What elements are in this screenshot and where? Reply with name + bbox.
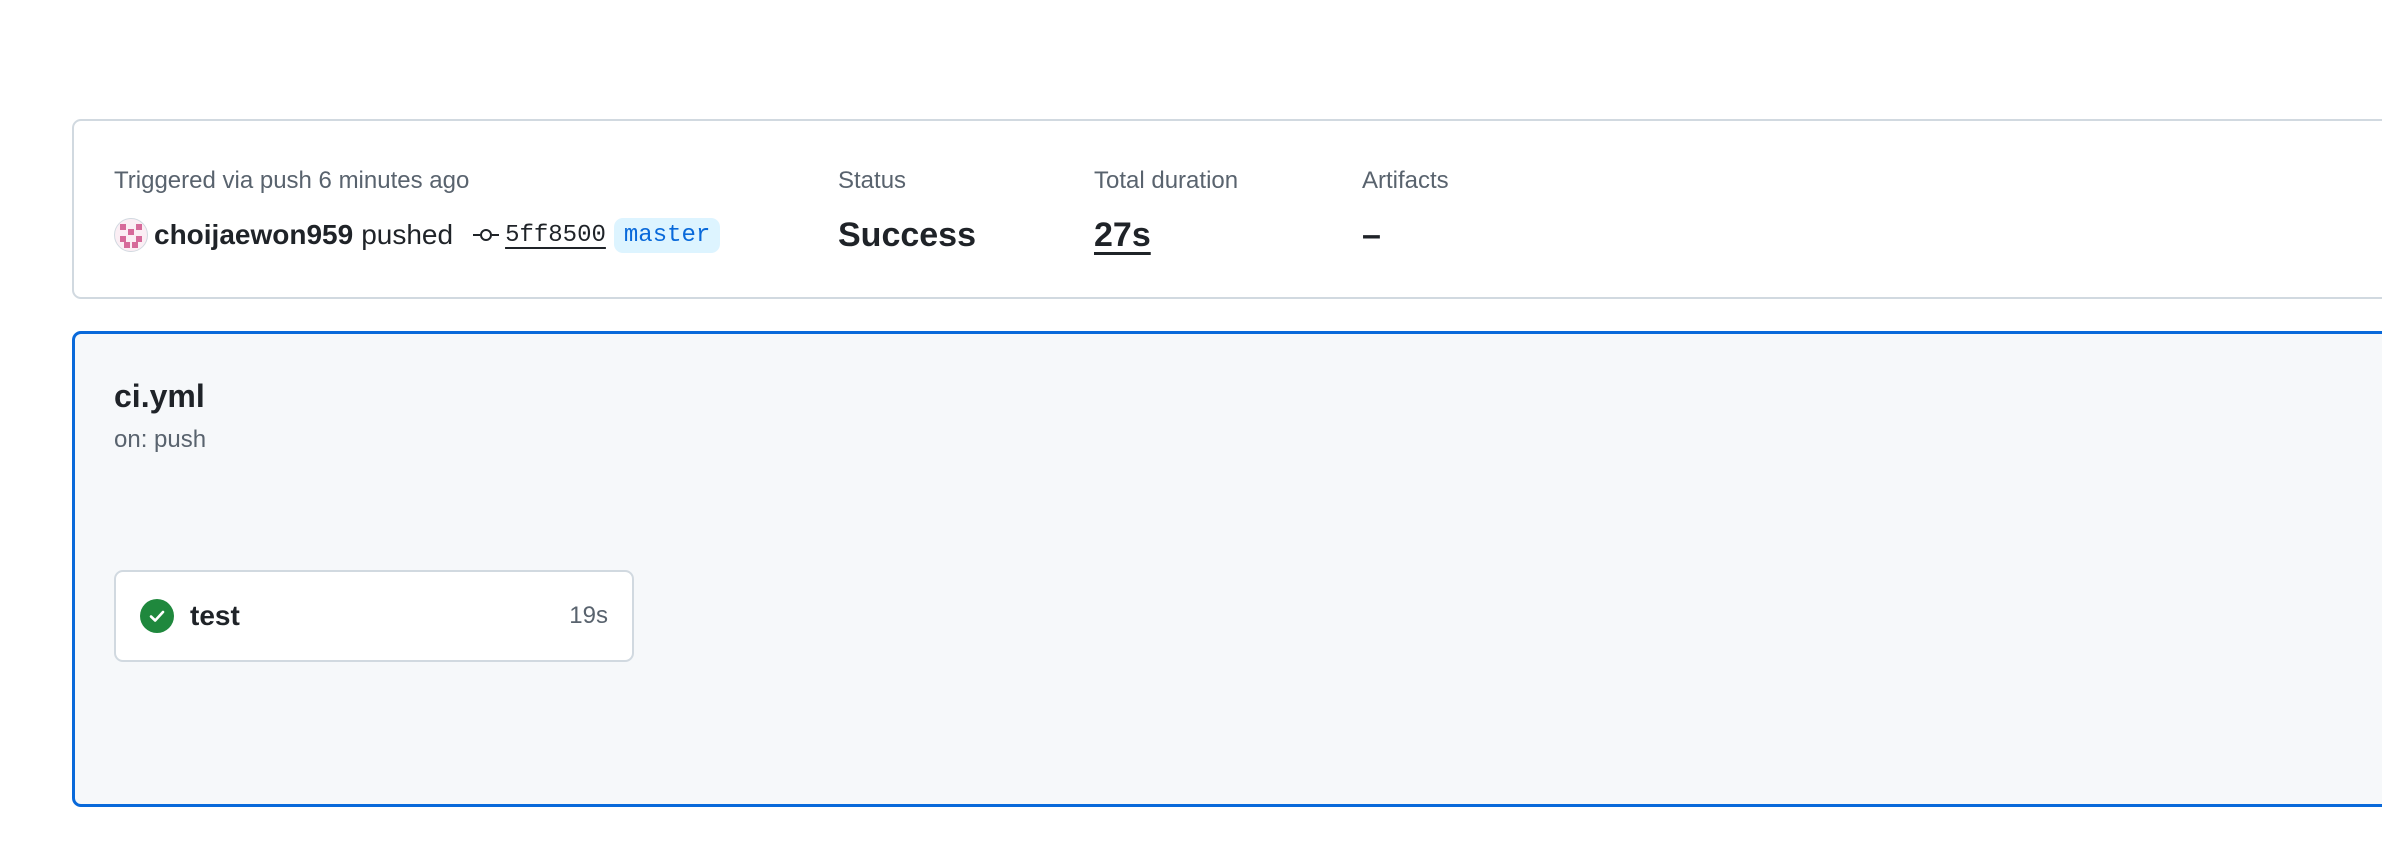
push-action-text: pushed	[361, 219, 454, 250]
workflow-file-name[interactable]: ci.yml	[114, 378, 205, 415]
job-card-test[interactable]: test 19s	[114, 570, 634, 662]
git-commit-icon	[471, 224, 501, 246]
artifacts-value: –	[1362, 216, 1381, 254]
workflow-trigger: on: push	[114, 426, 207, 453]
workflow-graph: ci.yml on: push test 19s	[72, 331, 2382, 807]
branch-badge[interactable]: master	[613, 217, 721, 253]
actor-avatar[interactable]	[114, 218, 148, 252]
run-summary-panel: Triggered via push 6 minutes ago choijae…	[72, 119, 2382, 299]
check-circle-icon	[140, 599, 174, 633]
job-name: test	[190, 600, 240, 631]
actor-link[interactable]: choijaewon959	[154, 219, 353, 251]
job-duration: 19s	[569, 602, 608, 629]
commit-sha-link[interactable]: 5ff8500	[505, 222, 606, 249]
duration-label: Total duration	[1094, 167, 1239, 194]
trigger-label: Triggered via push 6 minutes ago	[114, 167, 470, 194]
trigger-details: choijaewon959 pushed 5ff8500 master	[114, 213, 721, 257]
status-label: Status	[838, 167, 907, 194]
total-duration-link[interactable]: 27s	[1094, 213, 1151, 257]
artifacts-label: Artifacts	[1362, 167, 1449, 194]
status-value: Success	[838, 216, 976, 254]
